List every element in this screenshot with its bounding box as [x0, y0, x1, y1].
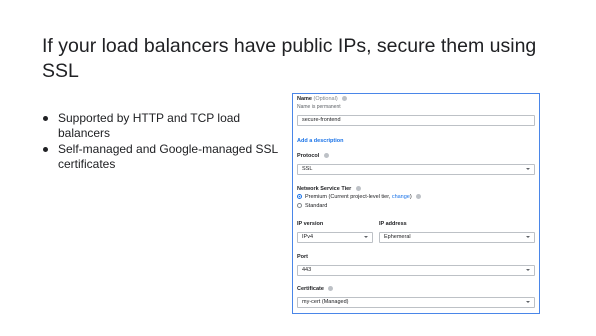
slide-title: If your load balancers have public IPs, … [42, 35, 537, 82]
protocol-select[interactable]: SSL [297, 164, 535, 175]
tier-label-text: Network Service Tier [297, 186, 352, 192]
add-description-link[interactable]: Add a description [297, 138, 343, 144]
tier-premium-text: Premium (Current project-level tier, [305, 194, 392, 200]
bullet-text: Self-managed and Google-managed SSL cert… [58, 142, 278, 171]
bullet-text: Supported by HTTP and TCP load balancers [58, 111, 241, 140]
bullet-dot-icon [43, 116, 48, 121]
ip-version-select[interactable]: IPv4 [297, 232, 373, 243]
ip-address-value: Ephemeral [384, 234, 411, 240]
protocol-label: Protocol [297, 153, 329, 159]
tier-label: Network Service Tier [297, 186, 361, 192]
certificate-select[interactable]: my-cert (Managed) [297, 297, 535, 308]
tier-standard-option[interactable]: Standard [297, 203, 327, 209]
dropdown-caret-icon [526, 301, 530, 303]
help-icon[interactable] [342, 96, 348, 102]
tier-premium-close: ) [409, 194, 412, 200]
help-icon[interactable] [323, 153, 329, 159]
certificate-value: my-cert (Managed) [302, 299, 349, 305]
port-label: Port [297, 254, 308, 260]
ip-version-label: IP version [297, 221, 324, 227]
name-hint: Name is permanent [297, 104, 341, 110]
name-input[interactable]: secure-frontend [297, 115, 535, 126]
radio-selected-icon[interactable] [297, 194, 302, 200]
name-label-text: Name [297, 96, 312, 102]
protocol-select-value: SSL [302, 166, 313, 172]
tier-standard-text: Standard [305, 203, 328, 209]
certificate-label-text: Certificate [297, 286, 324, 292]
ip-address-select[interactable]: Ephemeral [379, 232, 535, 243]
bullet-item: Supported by HTTP and TCP load balancers [42, 111, 282, 140]
name-input-value: secure-frontend [302, 117, 341, 123]
frontend-config-form: Name (Optional) Name is permanent secure… [292, 93, 540, 314]
protocol-label-text: Protocol [297, 153, 320, 159]
ip-address-label: IP address [379, 221, 407, 227]
bullet-dot-icon [43, 147, 48, 152]
name-optional-text: (Optional) [313, 96, 338, 102]
dropdown-caret-icon [364, 236, 368, 238]
ip-version-value: IPv4 [302, 234, 314, 240]
dropdown-caret-icon [526, 269, 530, 271]
help-icon[interactable] [328, 286, 334, 292]
dropdown-caret-icon [526, 236, 530, 238]
dropdown-caret-icon [526, 168, 530, 170]
help-icon[interactable] [355, 186, 361, 192]
help-icon[interactable] [416, 194, 422, 200]
bullet-item: Self-managed and Google-managed SSL cert… [42, 142, 282, 171]
tier-premium-option[interactable]: Premium (Current project-level tier, cha… [297, 194, 422, 200]
port-select[interactable]: 443 [297, 265, 535, 276]
certificate-label: Certificate [297, 286, 334, 292]
bullet-list: Supported by HTTP and TCP load balancers… [42, 111, 282, 173]
radio-unselected-icon[interactable] [297, 203, 302, 209]
tier-change-link[interactable]: change [392, 194, 410, 200]
port-value: 443 [302, 267, 312, 273]
name-label: Name (Optional) [297, 96, 348, 102]
